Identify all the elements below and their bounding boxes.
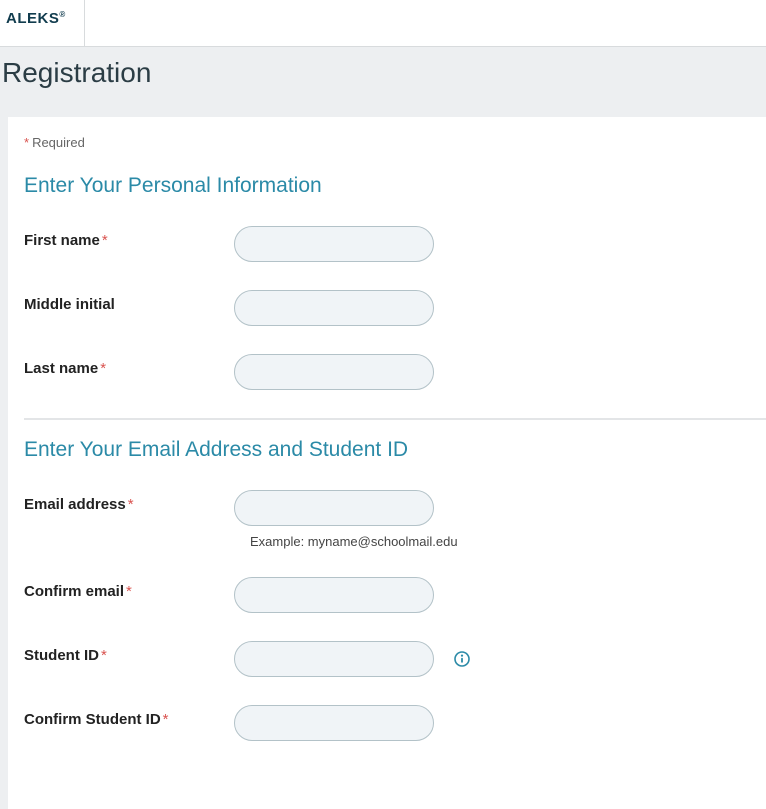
- label-middle-initial: Middle initial: [24, 290, 234, 313]
- section-divider: [24, 418, 766, 420]
- required-label: Required: [32, 135, 85, 150]
- required-asterisk: *: [24, 135, 29, 150]
- page-title: Registration: [0, 47, 766, 103]
- main-panel: *Required Enter Your Personal Informatio…: [8, 117, 766, 809]
- brand-suffix: ®: [59, 10, 65, 19]
- label-text: Last name: [24, 360, 98, 377]
- label-text: Student ID: [24, 647, 99, 664]
- field-confirm-student-id: Confirm Student ID*: [24, 705, 766, 741]
- first-name-input[interactable]: [234, 226, 434, 262]
- brand-text: ALEKS: [6, 10, 59, 27]
- field-student-id: Student ID*: [24, 641, 766, 677]
- label-last-name: Last name*: [24, 354, 234, 377]
- section-title-personal: Enter Your Personal Information: [24, 174, 766, 198]
- logo-container: ALEKS®: [0, 0, 85, 46]
- label-text: Confirm email: [24, 583, 124, 600]
- field-first-name: First name*: [24, 226, 766, 262]
- student-id-input[interactable]: [234, 641, 434, 677]
- required-note: *Required: [24, 135, 766, 150]
- required-asterisk: *: [100, 360, 106, 377]
- section-title-email: Enter Your Email Address and Student ID: [24, 438, 766, 462]
- email-input[interactable]: [234, 490, 434, 526]
- required-asterisk: *: [128, 496, 134, 513]
- label-text: Middle initial: [24, 296, 115, 313]
- required-asterisk: *: [102, 232, 108, 249]
- label-first-name: First name*: [24, 226, 234, 249]
- middle-initial-input[interactable]: [234, 290, 434, 326]
- confirm-email-input[interactable]: [234, 577, 434, 613]
- brand-logo: ALEKS®: [6, 10, 66, 27]
- label-text: Email address: [24, 496, 126, 513]
- info-icon[interactable]: [454, 651, 470, 667]
- label-text: First name: [24, 232, 100, 249]
- confirm-student-id-input[interactable]: [234, 705, 434, 741]
- label-email: Email address*: [24, 490, 234, 513]
- email-hint: Example: myname@schoolmail.edu: [250, 534, 458, 549]
- field-confirm-email: Confirm email*: [24, 577, 766, 613]
- label-student-id: Student ID*: [24, 641, 234, 664]
- required-asterisk: *: [163, 711, 169, 728]
- label-confirm-email: Confirm email*: [24, 577, 234, 600]
- field-last-name: Last name*: [24, 354, 766, 390]
- field-middle-initial: Middle initial: [24, 290, 766, 326]
- required-asterisk: *: [101, 647, 107, 664]
- label-confirm-student-id: Confirm Student ID*: [24, 705, 234, 728]
- last-name-input[interactable]: [234, 354, 434, 390]
- field-email: Email address* Example: myname@schoolmai…: [24, 490, 766, 549]
- header: ALEKS®: [0, 0, 766, 47]
- label-text: Confirm Student ID: [24, 711, 161, 728]
- required-asterisk: *: [126, 583, 132, 600]
